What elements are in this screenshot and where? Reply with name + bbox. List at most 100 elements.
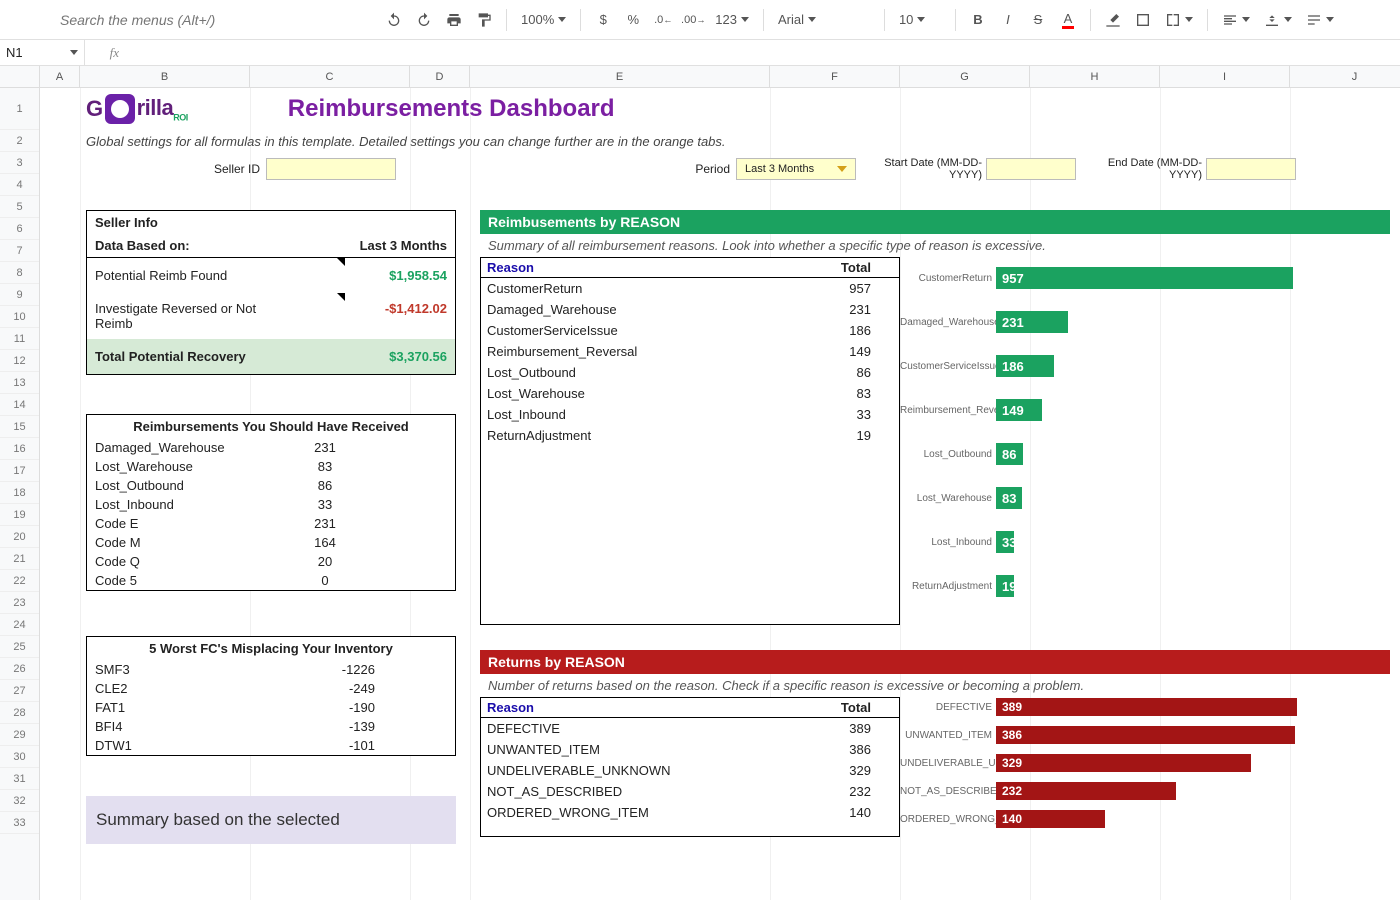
row-number[interactable]: 26: [0, 658, 39, 680]
end-date-input[interactable]: [1206, 158, 1296, 180]
logo-sub: ROI: [173, 113, 188, 123]
undo-button[interactable]: [382, 8, 406, 32]
row-number[interactable]: 31: [0, 768, 39, 790]
returns-panel-sub: Number of returns based on the reason. C…: [480, 674, 1390, 697]
row-number[interactable]: 9: [0, 284, 39, 306]
investigate-value: -$1,412.02: [385, 301, 447, 331]
column-header[interactable]: E: [470, 66, 770, 87]
zoom-dropdown[interactable]: 100%: [517, 8, 570, 32]
name-box[interactable]: N1: [0, 40, 85, 65]
column-header[interactable]: G: [900, 66, 1030, 87]
row-number[interactable]: 8: [0, 262, 39, 284]
text-color-button[interactable]: A: [1056, 8, 1080, 32]
italic-button[interactable]: I: [996, 8, 1020, 32]
period-dropdown[interactable]: Last 3 Months: [736, 158, 856, 180]
row-number[interactable]: 32: [0, 790, 39, 812]
wrap-dropdown[interactable]: [1302, 8, 1338, 32]
row-number[interactable]: 3: [0, 152, 39, 174]
chart-bar-row: CustomerServiceIssue186: [900, 351, 1390, 381]
row-number[interactable]: 22: [0, 570, 39, 592]
row-number[interactable]: 14: [0, 394, 39, 416]
decrease-decimal-button[interactable]: .0←: [651, 8, 675, 32]
note-indicator-icon: [337, 258, 345, 266]
period-label: Period: [396, 162, 736, 176]
column-header[interactable]: D: [410, 66, 470, 87]
reimb-table: ReasonTotal CustomerReturn957Damaged_War…: [480, 257, 900, 625]
halign-dropdown[interactable]: [1218, 8, 1254, 32]
increase-decimal-button[interactable]: .00→: [681, 8, 705, 32]
row-number[interactable]: 15: [0, 416, 39, 438]
returns-panel-header: Returns by REASON: [480, 650, 1390, 674]
formula-input[interactable]: [125, 40, 1400, 65]
chart-bar-row: Lost_Warehouse83: [900, 483, 1390, 513]
row-number[interactable]: 13: [0, 372, 39, 394]
row-number[interactable]: 28: [0, 702, 39, 724]
column-header[interactable]: F: [770, 66, 900, 87]
settings-note: Global settings for all formulas in this…: [86, 134, 726, 149]
chart-bar-row: ORDERED_WRONG_ITEM140: [900, 809, 1390, 829]
column-header[interactable]: J: [1290, 66, 1400, 87]
row-number[interactable]: 23: [0, 592, 39, 614]
row-number[interactable]: 11: [0, 328, 39, 350]
column-header[interactable]: I: [1160, 66, 1290, 87]
column-header[interactable]: B: [80, 66, 250, 87]
column-header[interactable]: H: [1030, 66, 1160, 87]
borders-button[interactable]: [1131, 8, 1155, 32]
column-header[interactable]: A: [40, 66, 80, 87]
investigate-label: Investigate Reversed or Not Reimb: [95, 301, 295, 331]
note-indicator-icon: [337, 293, 345, 301]
number-format-dropdown[interactable]: 123: [711, 8, 753, 32]
table-row: CustomerReturn957: [481, 278, 899, 299]
percent-button[interactable]: %: [621, 8, 645, 32]
chart-bar-row: ReturnAdjustment19: [900, 571, 1390, 601]
seller-id-input[interactable]: [266, 158, 396, 180]
paint-format-button[interactable]: [472, 8, 496, 32]
chevron-down-icon: [1185, 17, 1193, 22]
print-button[interactable]: [442, 8, 466, 32]
row-number[interactable]: 5: [0, 196, 39, 218]
chart-bar-row: DEFECTIVE389: [900, 697, 1390, 717]
row-number[interactable]: 33: [0, 812, 39, 834]
row-number[interactable]: 2: [0, 130, 39, 152]
font-size-dropdown[interactable]: 10: [895, 8, 945, 32]
row-number[interactable]: 4: [0, 174, 39, 196]
row-number[interactable]: 27: [0, 680, 39, 702]
row-number[interactable]: 10: [0, 306, 39, 328]
strikethrough-button[interactable]: S: [1026, 8, 1050, 32]
merge-dropdown[interactable]: [1161, 8, 1197, 32]
period-value: Last 3 Months: [745, 163, 814, 175]
row-number[interactable]: 29: [0, 724, 39, 746]
table-row: UNDELIVERABLE_UNKNOWN329: [481, 760, 899, 781]
table-row: CustomerServiceIssue186: [481, 320, 899, 341]
zoom-value: 100%: [521, 12, 554, 27]
column-header[interactable]: C: [250, 66, 410, 87]
number-format-value: 123: [715, 12, 737, 27]
row-number[interactable]: 7: [0, 240, 39, 262]
table-row: DTW1-101: [87, 736, 455, 755]
row-number[interactable]: 16: [0, 438, 39, 460]
bold-button[interactable]: B: [966, 8, 990, 32]
row-number[interactable]: 1: [0, 88, 39, 130]
redo-button[interactable]: [412, 8, 436, 32]
font-dropdown[interactable]: Arial: [774, 8, 874, 32]
row-number[interactable]: 12: [0, 350, 39, 372]
row-number[interactable]: 24: [0, 614, 39, 636]
row-number[interactable]: 25: [0, 636, 39, 658]
seller-info-header: Seller Info: [87, 211, 455, 234]
row-number[interactable]: 21: [0, 548, 39, 570]
row-number[interactable]: 17: [0, 460, 39, 482]
fill-color-button[interactable]: [1101, 8, 1125, 32]
brand-logo: G rillaROI: [86, 94, 188, 124]
row-number[interactable]: 19: [0, 504, 39, 526]
sheet-content[interactable]: G rillaROI Reimbursements Dashboard Glob…: [40, 88, 1400, 900]
chart-bar-row: Damaged_Warehouse231: [900, 307, 1390, 337]
start-date-input[interactable]: [986, 158, 1076, 180]
search-menus-input[interactable]: [60, 12, 340, 28]
currency-button[interactable]: $: [591, 8, 615, 32]
valign-dropdown[interactable]: [1260, 8, 1296, 32]
row-number[interactable]: 18: [0, 482, 39, 504]
chevron-down-icon: [1242, 17, 1250, 22]
row-number[interactable]: 6: [0, 218, 39, 240]
row-number[interactable]: 30: [0, 746, 39, 768]
row-number[interactable]: 20: [0, 526, 39, 548]
